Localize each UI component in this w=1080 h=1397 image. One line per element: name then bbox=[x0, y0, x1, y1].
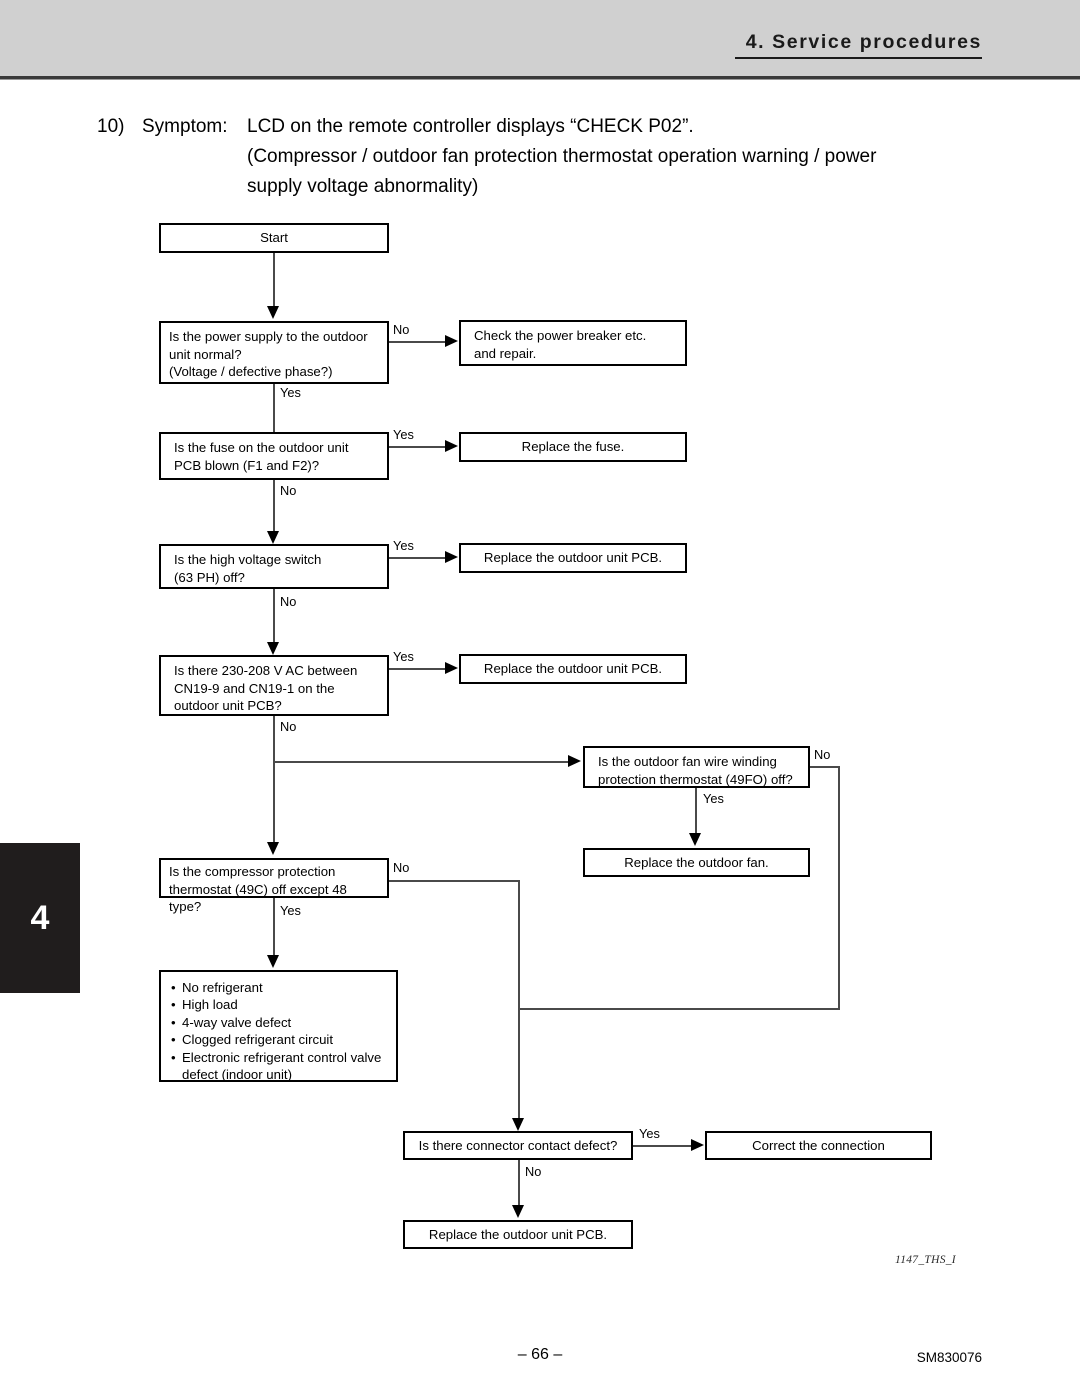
flow-node-compressor-line1: Is the compressor protection bbox=[169, 864, 336, 879]
flow-node-connector-defect: Is there connector contact defect? bbox=[403, 1131, 633, 1160]
flow-node-high-voltage-line2: (63 PH) off? bbox=[174, 569, 245, 585]
flow-node-replace-fan-label: Replace the outdoor fan. bbox=[624, 854, 769, 870]
flow-node-causes: No refrigerant High load 4-way valve def… bbox=[159, 970, 398, 1082]
flow-node-cn19-voltage: Is there 230-208 V AC between CN19-9 and… bbox=[159, 655, 389, 716]
flow-node-power-supply: Is the power supply to the outdoor unit … bbox=[159, 321, 389, 384]
edge-label-comp-no: No bbox=[393, 860, 410, 875]
arrow-conn-no bbox=[512, 1205, 524, 1218]
cause-item: 4-way valve defect bbox=[171, 1014, 386, 1032]
flow-node-power-supply-line1: Is the power supply to the outdoor bbox=[169, 329, 368, 344]
edge-label-fuse-no: No bbox=[280, 483, 297, 498]
edge-cn19-yes bbox=[389, 668, 447, 670]
flow-node-fan-thermostat: Is the outdoor fan wire winding protecti… bbox=[583, 746, 810, 788]
edge-start-to-power bbox=[273, 253, 275, 308]
edge-fan-no-return bbox=[518, 1008, 839, 1010]
flow-node-fuse-line2: PCB blown (F1 and F2)? bbox=[174, 457, 320, 473]
cause-item: Electronic refrigerant control valve bbox=[171, 1049, 386, 1067]
edge-label-cn19-no: No bbox=[280, 719, 297, 734]
flow-node-fan-thermostat-line2: protection thermostat (49FO) off? bbox=[598, 771, 793, 787]
edge-label-power-no: No bbox=[393, 322, 410, 337]
arrow-cn19-no-to-compressor bbox=[267, 842, 279, 855]
edge-label-conn-yes: Yes bbox=[639, 1126, 660, 1141]
troubleshooting-flowchart: Start Is the power supply to the outdoor… bbox=[0, 0, 1080, 1397]
edge-hv-yes bbox=[389, 557, 447, 559]
edge-label-power-yes: Yes bbox=[280, 385, 301, 400]
arrow-hv-yes bbox=[445, 551, 458, 563]
flow-node-fuse: Is the fuse on the outdoor unit PCB blow… bbox=[159, 432, 389, 480]
arrow-cn19-yes bbox=[445, 662, 458, 674]
flow-node-replace-fuse: Replace the fuse. bbox=[459, 432, 687, 462]
edge-label-cn19-yes: Yes bbox=[393, 649, 414, 664]
flow-node-check-breaker: Check the power breaker etc. and repair. bbox=[459, 320, 687, 366]
arrow-start-to-power bbox=[267, 306, 279, 319]
edge-cn19-no-branch bbox=[273, 761, 569, 763]
arrow-fan-yes bbox=[689, 833, 701, 846]
cause-item-continuation: defect (indoor unit) bbox=[182, 1067, 292, 1083]
edge-label-comp-yes: Yes bbox=[280, 903, 301, 918]
flow-node-cn19-line1: Is there 230-208 V AC between bbox=[174, 663, 358, 678]
flow-node-replace-pcb-3-label: Replace the outdoor unit PCB. bbox=[428, 1226, 608, 1242]
edge-hv-no bbox=[273, 589, 275, 647]
cause-item: No refrigerant bbox=[171, 979, 386, 997]
flow-node-replace-pcb-2: Replace the outdoor unit PCB. bbox=[459, 654, 687, 684]
flow-node-start-label: Start bbox=[260, 230, 288, 246]
edge-label-hv-no: No bbox=[280, 594, 297, 609]
arrow-fuse-no bbox=[267, 531, 279, 544]
edge-comp-no-top bbox=[389, 880, 519, 882]
edge-comp-no-vertical bbox=[518, 880, 520, 1123]
flow-node-start: Start bbox=[159, 223, 389, 253]
edge-power-no bbox=[389, 341, 447, 343]
edge-conn-yes bbox=[633, 1145, 693, 1147]
flow-node-power-supply-line2: unit normal? bbox=[169, 346, 242, 362]
edge-fuse-yes bbox=[389, 446, 447, 448]
edge-conn-no bbox=[518, 1160, 520, 1207]
flow-node-check-breaker-line1: Check the power breaker etc. bbox=[474, 328, 647, 343]
arrow-comp-no-to-connector bbox=[512, 1118, 524, 1131]
document-code: SM830076 bbox=[916, 1350, 982, 1365]
edge-fan-no-vertical bbox=[838, 766, 840, 1010]
edge-comp-yes bbox=[273, 898, 275, 958]
arrow-power-no bbox=[445, 335, 458, 347]
edge-label-conn-no: No bbox=[525, 1164, 542, 1179]
edge-power-yes bbox=[273, 384, 275, 432]
cause-item: Clogged refrigerant circuit bbox=[171, 1031, 386, 1049]
flow-node-high-voltage-switch: Is the high voltage switch (63 PH) off? bbox=[159, 544, 389, 589]
flow-node-high-voltage-line1: Is the high voltage switch bbox=[174, 552, 322, 567]
edge-label-fan-yes: Yes bbox=[703, 791, 724, 806]
flow-node-connector-defect-label: Is there connector contact defect? bbox=[418, 1137, 618, 1153]
edge-fan-yes bbox=[695, 788, 697, 835]
edge-fan-no-top bbox=[810, 766, 840, 768]
flow-node-replace-fuse-label: Replace the fuse. bbox=[521, 439, 625, 455]
cause-item: High load bbox=[171, 996, 386, 1014]
flow-node-replace-pcb-1: Replace the outdoor unit PCB. bbox=[459, 543, 687, 573]
flow-node-fuse-line1: Is the fuse on the outdoor unit bbox=[174, 440, 349, 455]
causes-list: No refrigerant High load 4-way valve def… bbox=[171, 979, 386, 1083]
edge-label-hv-yes: Yes bbox=[393, 538, 414, 553]
arrow-hv-no bbox=[267, 642, 279, 655]
arrow-comp-yes bbox=[267, 955, 279, 968]
arrow-conn-yes bbox=[691, 1139, 704, 1151]
arrow-fuse-yes bbox=[445, 440, 458, 452]
flow-node-power-supply-line3: (Voltage / defective phase?) bbox=[169, 364, 333, 379]
flow-node-fan-thermostat-line1: Is the outdoor fan wire winding bbox=[598, 754, 777, 769]
figure-code: 1147_THS_I bbox=[895, 1254, 956, 1266]
flow-node-replace-pcb-1-label: Replace the outdoor unit PCB. bbox=[483, 550, 663, 566]
arrow-cn19-no-to-fan bbox=[568, 755, 581, 767]
flow-node-correct-connection-label: Correct the connection bbox=[752, 1137, 885, 1153]
edge-label-fuse-yes: Yes bbox=[393, 427, 414, 442]
flow-node-replace-pcb-2-label: Replace the outdoor unit PCB. bbox=[483, 661, 663, 677]
edge-label-fan-no: No bbox=[814, 747, 831, 762]
flow-node-compressor-thermostat: Is the compressor protection thermostat … bbox=[159, 858, 389, 914]
flow-node-replace-fan: Replace the outdoor fan. bbox=[583, 848, 810, 877]
flow-node-cn19-line2: CN19-9 and CN19-1 on the bbox=[174, 680, 335, 696]
flow-node-cn19-line3: outdoor unit PCB? bbox=[174, 698, 282, 713]
flow-node-check-breaker-line2: and repair. bbox=[474, 345, 537, 361]
flow-node-replace-pcb-3: Replace the outdoor unit PCB. bbox=[403, 1220, 633, 1249]
flow-node-correct-connection: Correct the connection bbox=[705, 1131, 932, 1160]
edge-cn19-no-vertical bbox=[273, 716, 275, 845]
edge-fuse-no bbox=[273, 480, 275, 536]
